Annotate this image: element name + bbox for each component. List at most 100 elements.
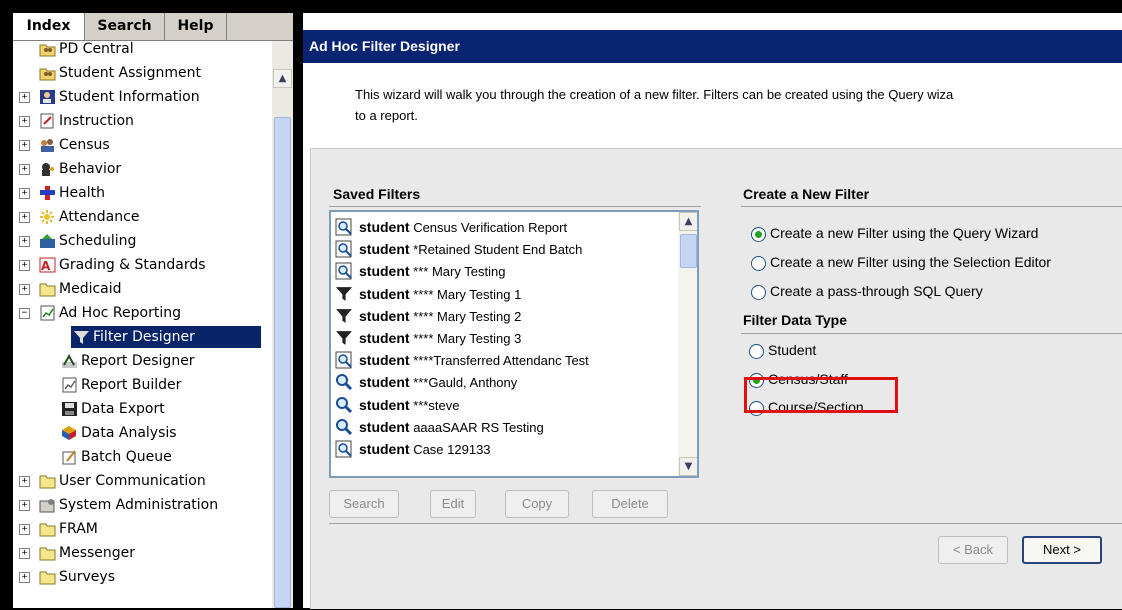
filter-type: student <box>359 418 410 435</box>
tree-item-label: Report Builder <box>81 377 182 393</box>
tree-item-label: Batch Queue <box>81 449 172 465</box>
filter-label: student Case 129133 <box>359 438 491 461</box>
tab-help[interactable]: Help <box>165 13 227 40</box>
report-designer-icon <box>61 353 78 369</box>
scroll-up-button[interactable]: ▲ <box>273 69 292 88</box>
tree-item[interactable]: + Surveys <box>13 566 271 588</box>
edit-button[interactable]: Edit <box>430 490 476 518</box>
delete-button[interactable]: Delete <box>592 490 668 518</box>
expand-icon[interactable]: + <box>19 500 30 511</box>
query-icon <box>335 440 353 458</box>
expand-icon[interactable]: + <box>19 164 30 175</box>
saved-filters-list[interactable]: student Census Verification Report studen… <box>329 210 699 478</box>
tree-item-label: Filter Designer <box>93 329 195 345</box>
tree-item[interactable]: + Student Information <box>13 86 271 108</box>
folder-icon <box>39 281 56 297</box>
tree-item[interactable]: + User Communication <box>13 470 271 492</box>
expand-icon[interactable]: + <box>19 572 30 583</box>
report-builder-icon <box>61 377 78 393</box>
highlight-box <box>744 377 898 413</box>
tree-item[interactable]: + System Administration <box>13 494 271 516</box>
scroll-thumb[interactable] <box>274 117 291 608</box>
next-button[interactable]: Next > <box>1022 536 1102 564</box>
expand-icon[interactable]: + <box>19 92 30 103</box>
filters-scroll-down-button[interactable]: ▼ <box>679 457 697 476</box>
radio-label[interactable]: Create a new Filter using the Query Wiza… <box>770 225 1038 241</box>
tree-item[interactable]: PD Central <box>13 38 271 60</box>
tab-search[interactable]: Search <box>85 13 165 40</box>
tree-item[interactable]: + FRAM <box>13 518 271 540</box>
tree-item[interactable]: + Behavior <box>13 158 271 180</box>
tree-item[interactable]: + Instruction <box>13 110 271 132</box>
expand-icon[interactable]: + <box>19 140 30 151</box>
expand-icon[interactable]: + <box>19 188 30 199</box>
expand-icon[interactable]: + <box>19 236 30 247</box>
collapse-icon[interactable]: − <box>19 308 30 319</box>
tree-item-label: Data Export <box>81 401 165 417</box>
tree-item[interactable]: + Census <box>13 134 271 156</box>
cube-icon <box>61 425 78 441</box>
tree-item-label: Census <box>59 137 110 153</box>
tree-item[interactable]: Data Analysis <box>13 422 271 444</box>
tree-item-label: FRAM <box>59 521 98 537</box>
tree-item-label: Messenger <box>59 545 136 561</box>
radio-button[interactable] <box>751 256 766 271</box>
filter-label: student *** Mary Testing <box>359 260 505 283</box>
tree-item[interactable]: Filter Designer <box>13 326 271 348</box>
expand-icon[interactable]: + <box>19 284 30 295</box>
filter-type: student <box>359 441 410 457</box>
tree-item[interactable]: + Health <box>13 182 271 204</box>
expand-icon[interactable]: + <box>19 212 30 223</box>
content-pane: Ad Hoc Filter Designer This wizard will … <box>303 13 1122 609</box>
radio-button[interactable] <box>751 285 766 300</box>
filter-label: student **** Mary Testing 3 <box>359 327 521 350</box>
search-icon <box>335 373 353 391</box>
tree-item-label: Attendance <box>59 209 140 225</box>
filters-scrollbar[interactable]: ▲ ▼ <box>678 212 697 476</box>
expand-icon[interactable]: + <box>19 548 30 559</box>
expand-icon[interactable]: + <box>19 260 30 271</box>
tree-item[interactable]: Student Assignment <box>13 62 271 84</box>
grading-icon: A <box>39 257 56 273</box>
radio-label[interactable]: Student <box>768 342 816 358</box>
tree-item[interactable]: + Scheduling <box>13 230 271 252</box>
expand-icon[interactable]: + <box>19 476 30 487</box>
radio-label[interactable]: Create a pass-through SQL Query <box>770 283 983 299</box>
tree-item-label: Student Information <box>59 89 200 105</box>
radio-label[interactable]: Create a new Filter using the Selection … <box>770 254 1051 270</box>
tree-item[interactable]: + Messenger <box>13 542 271 564</box>
tree-item-label: User Communication <box>59 473 206 489</box>
tree-item-label: Surveys <box>59 569 115 585</box>
tree-item[interactable]: Report Designer <box>13 350 271 372</box>
filters-scroll-thumb[interactable] <box>680 234 697 268</box>
tree-scrollbar[interactable]: ▲ <box>272 41 293 608</box>
tree-item-label: Scheduling <box>59 233 137 249</box>
expand-icon[interactable]: + <box>19 524 30 535</box>
tree-item[interactable]: − Ad Hoc Reporting <box>13 302 271 324</box>
folder-icon <box>39 473 56 489</box>
tree-item-label: Report Designer <box>81 353 195 369</box>
search-button[interactable]: Search <box>329 490 399 518</box>
tree-item[interactable]: + A Grading & Standards <box>13 254 271 276</box>
filter-label: student **** Mary Testing 2 <box>359 305 521 328</box>
folder-icon <box>39 569 56 585</box>
tree-item[interactable]: + Attendance <box>13 206 271 228</box>
radio-button[interactable] <box>749 344 764 359</box>
expand-icon[interactable]: + <box>19 116 30 127</box>
divider <box>741 206 1122 207</box>
funnel-icon <box>73 329 90 345</box>
filters-scroll-up-button[interactable]: ▲ <box>679 212 697 231</box>
filter-type: student <box>359 241 410 258</box>
tab-index[interactable]: Index <box>13 13 85 40</box>
scheduling-icon <box>39 233 56 249</box>
tree-item[interactable]: Batch Queue <box>13 446 271 468</box>
radio-button[interactable] <box>751 227 766 242</box>
back-button[interactable]: < Back <box>938 536 1008 564</box>
tree-item[interactable]: + Medicaid <box>13 278 271 300</box>
query-icon <box>335 240 353 258</box>
query-icon <box>335 262 353 280</box>
copy-button[interactable]: Copy <box>505 490 569 518</box>
tree-item[interactable]: Report Builder <box>13 374 271 396</box>
tree-item[interactable]: Data Export <box>13 398 271 420</box>
filter-name: Census Verification Report <box>413 220 568 235</box>
